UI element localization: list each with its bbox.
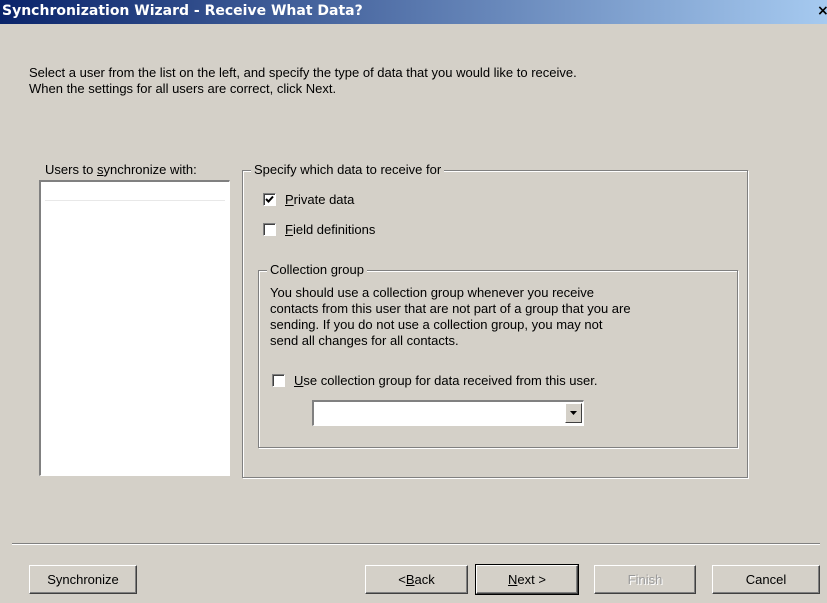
collection-group-desc-line: contacts from this user that are not par… — [270, 301, 631, 316]
window-title: Synchronization Wizard - Receive What Da… — [2, 3, 363, 19]
use-collection-group-label: Use collection group for data received f… — [294, 373, 598, 388]
collection-group-dropdown[interactable] — [312, 400, 584, 426]
collection-group-desc-line: send all changes for all contacts. — [270, 333, 459, 348]
synchronize-button[interactable]: Synchronize — [29, 565, 137, 594]
collection-group-description: You should use a collection group whenev… — [270, 285, 720, 349]
collection-group-legend: Collection group — [267, 262, 367, 278]
field-definitions-checkbox-box[interactable] — [263, 223, 276, 236]
collection-group-desc-line: You should use a collection group whenev… — [270, 285, 595, 300]
use-collection-group-checkbox[interactable]: Use collection group for data received f… — [272, 373, 597, 388]
close-icon[interactable]: × — [817, 2, 827, 20]
finish-button[interactable]: Finish — [594, 565, 696, 594]
back-button[interactable]: < Back — [365, 565, 468, 594]
private-data-checkbox-box[interactable] — [263, 193, 276, 206]
instructions-line-1: Select a user from the list on the left,… — [29, 65, 577, 80]
dropdown-arrow-button[interactable] — [565, 403, 582, 423]
collection-group-desc-line: sending. If you do not use a collection … — [270, 317, 603, 332]
field-definitions-checkbox[interactable]: Field definitions — [263, 222, 375, 237]
instructions: Select a user from the list on the left,… — [29, 65, 577, 97]
title-bar: Synchronization Wizard - Receive What Da… — [0, 0, 827, 24]
users-list-label: Users to synchronize with: — [45, 162, 197, 177]
users-list[interactable] — [39, 180, 230, 476]
use-collection-group-checkbox-box[interactable] — [272, 374, 285, 387]
checkmark-icon — [265, 195, 274, 203]
receive-data-legend: Specify which data to receive for — [251, 162, 445, 178]
instructions-line-2: When the settings for all users are corr… — [29, 81, 337, 96]
button-separator — [12, 543, 820, 545]
chevron-down-icon — [570, 411, 577, 415]
field-definitions-label: Field definitions — [285, 222, 376, 237]
private-data-checkbox[interactable]: Private data — [263, 192, 354, 207]
next-button[interactable]: Next > — [475, 564, 579, 595]
private-data-label: Private data — [285, 192, 355, 207]
list-item[interactable] — [45, 200, 225, 201]
cancel-button[interactable]: Cancel — [712, 565, 820, 594]
